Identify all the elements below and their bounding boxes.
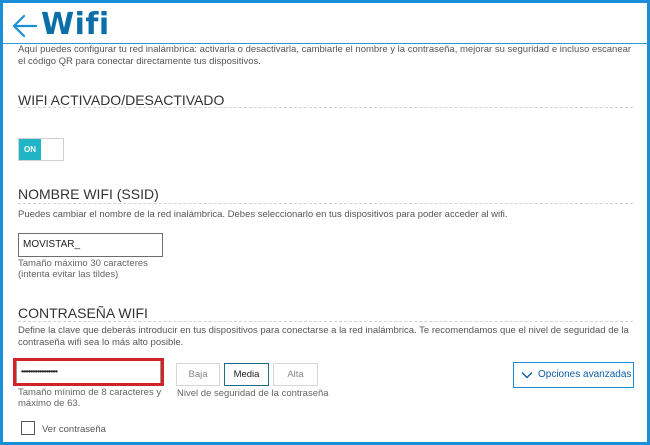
chevron-down-icon bbox=[521, 372, 533, 379]
intro-text: Aquí puedes configurar tu red inalámbric… bbox=[18, 44, 632, 67]
security-level-caption: Nivel de seguridad de la contraseña bbox=[177, 388, 329, 399]
back-arrow-icon[interactable] bbox=[11, 13, 37, 39]
security-level-alta[interactable]: Alta bbox=[273, 363, 318, 386]
divider bbox=[18, 203, 633, 204]
security-level-media[interactable]: Media bbox=[224, 363, 269, 386]
advanced-options-label: Opciones avanzadas bbox=[538, 369, 632, 380]
password-field-highlight bbox=[13, 358, 164, 386]
password-description: Define la clave que deberás introducir e… bbox=[18, 325, 629, 348]
security-level-baja[interactable]: Baja bbox=[176, 363, 220, 386]
advanced-options-button[interactable]: Opciones avanzadas bbox=[513, 362, 634, 388]
divider bbox=[18, 321, 633, 322]
ssid-title: NOMBRE WIFI (SSID) bbox=[18, 186, 159, 202]
divider bbox=[18, 107, 633, 108]
toggle-on-label: ON bbox=[19, 139, 41, 160]
ssid-hint-2: (intenta evitar las tildes) bbox=[18, 269, 119, 280]
password-title: CONTRASEÑA WIFI bbox=[18, 305, 148, 321]
ssid-hint-1: Tamaño máximo 30 caracteres bbox=[18, 258, 148, 269]
password-hint-1: Tamaño mínimo de 8 caracteres y bbox=[18, 387, 162, 398]
wifi-toggle[interactable]: ON bbox=[18, 138, 64, 161]
password-hint-2: máximo de 63. bbox=[18, 398, 81, 409]
wifi-toggle-title: WIFI ACTIVADO/DESACTIVADO bbox=[18, 92, 225, 108]
settings-panel: Wifi Aquí puedes configurar tu red inalá… bbox=[0, 0, 650, 445]
show-password-label: Ver contraseña bbox=[42, 424, 106, 435]
ssid-input[interactable]: MOVISTAR_ bbox=[18, 233, 163, 257]
show-password-checkbox[interactable] bbox=[21, 421, 35, 435]
page-title: Wifi bbox=[41, 7, 110, 42]
ssid-description: Puedes cambiar el nombre de la red inalá… bbox=[18, 209, 508, 220]
